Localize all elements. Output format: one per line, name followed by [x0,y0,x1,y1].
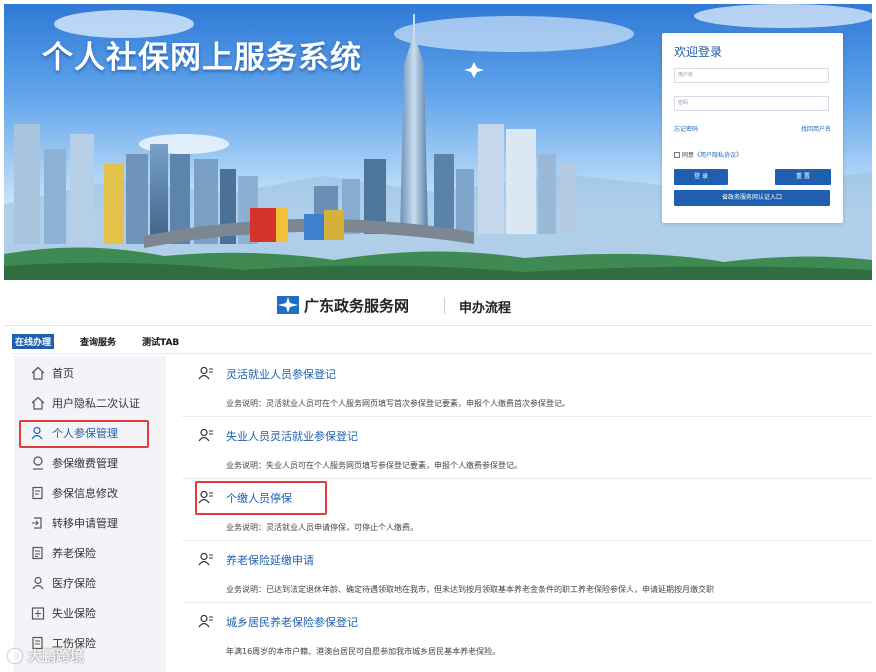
service-desc: 业务说明：灵活就业人员可在个人服务网页填写首次参保登记要素，申报个人缴费首次参保… [226,399,570,408]
list-item[interactable]: 灵活就业人员参保登记 业务说明：灵活就业人员可在个人服务网页填写首次参保登记要素… [182,356,872,417]
sidebar-item-privacy-auth[interactable]: 用户隐私二次认证 [14,388,166,418]
service-desc: 业务说明：失业人员可在个人服务网页填写参保登记要素，申报个人缴费参保登记。 [226,461,522,470]
building-icon [30,605,46,621]
list-item[interactable]: 失业人员灵活就业参保登记 业务说明：失业人员可在个人服务网页填写参保登记要素，申… [182,418,872,479]
service-title[interactable]: 养老保险延缴申请 [226,552,314,568]
service-title[interactable]: 城乡居民养老保险参保登记 [226,614,358,630]
login-panel: 欢迎登录 用户名 密码 忘记密码 找回用户名 同意 《用户隐私协议》 登 录 重… [662,33,843,223]
recover-username-link[interactable]: 找回用户名 [801,124,831,133]
sidebar-item-pension[interactable]: 养老保险 [14,538,166,568]
gov-auth-button[interactable]: 省政务服务网认证入口 [674,190,830,206]
home-icon [30,395,46,411]
tab-bar: 在线办理 查询服务 测试TAB [12,333,205,349]
sidebar-item-payment[interactable]: 参保缴费管理 [14,448,166,478]
person-card-icon [198,366,213,380]
agree-label: 同意 [682,152,695,159]
reset-button[interactable]: 重 置 [775,169,831,185]
sidebar-item-label: 参保信息修改 [52,487,118,500]
sidebar-item-label: 医疗保险 [52,577,96,590]
process-label: 申办流程 [459,301,512,316]
sidebar: 首页 用户隐私二次认证 个人参保管理 参保缴费管理 参保信息修改 转移申请管理 … [14,356,166,672]
page: 个人社保网上服务系统 欢迎登录 用户名 密码 忘记密码 找回用户名 同意 《用户… [0,0,876,672]
sidebar-item-label: 转移申请管理 [52,517,118,530]
medical-person-icon [30,575,46,591]
tab-divider [12,353,872,354]
login-links: 忘记密码 找回用户名 [674,124,831,133]
person-card-icon [198,552,213,566]
login-buttons: 登 录 重 置 [674,169,831,185]
header-divider [444,298,445,314]
forgot-password-link[interactable]: 忘记密码 [674,124,698,133]
watermark: 大鹏跨境 [8,646,84,666]
login-title: 欢迎登录 [674,45,723,59]
system-title: 个人社保网上服务系统 [42,40,362,76]
transfer-icon [30,515,46,531]
privacy-policy-link[interactable]: 《用户隐私协议》 [694,150,742,159]
person-card-icon [198,614,213,628]
tab-test[interactable]: 测试TAB [142,335,179,348]
password-input[interactable]: 密码 [674,96,829,111]
site-header: 广东政务服务网 申办流程 [4,282,872,326]
site-name: 广东政务服务网 [304,297,410,315]
tab-query[interactable]: 查询服务 [80,335,116,348]
service-desc: 年满16周岁的本市户籍、港澳台居民可自愿参加我市城乡居民基本养老保险。 [226,647,501,656]
edit-icon [30,485,46,501]
login-button[interactable]: 登 录 [674,169,728,185]
highlight-box-sidebar [19,420,149,448]
sidebar-item-unemployment[interactable]: 失业保险 [14,598,166,628]
sidebar-item-home[interactable]: 首页 [14,358,166,388]
sidebar-item-label: 用户隐私二次认证 [52,397,140,410]
agree-checkbox[interactable] [674,151,680,158]
hero-banner: 个人社保网上服务系统 欢迎登录 用户名 密码 忘记密码 找回用户名 同意 《用户… [4,4,872,280]
service-desc: 业务说明：已达到法定退休年龄、确定待遇领取地在我市，但未达到按月领取基本养老金条… [226,585,714,594]
tab-online[interactable]: 在线办理 [12,333,55,349]
highlight-box-service [195,481,327,515]
sidebar-item-label: 失业保险 [52,607,96,620]
service-desc: 业务说明：灵活就业人员申请停保，可停止个人缴费。 [226,523,418,532]
document-icon [30,545,46,561]
home-icon [30,365,46,381]
sidebar-item-label: 首页 [52,367,74,380]
watermark-text: 大鹏跨境 [28,649,84,665]
service-title[interactable]: 失业人员灵活就业参保登记 [226,428,358,444]
sidebar-item-transfer[interactable]: 转移申请管理 [14,508,166,538]
sidebar-item-label: 养老保险 [52,547,96,560]
username-input[interactable]: 用户名 [674,68,829,83]
payment-icon [30,455,46,471]
person-card-icon [198,428,213,442]
sidebar-item-label: 参保缴费管理 [52,457,118,470]
list-item[interactable]: 城乡居民养老保险参保登记 年满16周岁的本市户籍、港澳台居民可自愿参加我市城乡居… [182,604,872,665]
gd-gov-logo-icon [277,296,299,314]
sidebar-item-info-edit[interactable]: 参保信息修改 [14,478,166,508]
list-item[interactable]: 养老保险延缴申请 业务说明：已达到法定退休年龄、确定待遇领取地在我市，但未达到按… [182,542,872,603]
agree-row: 同意 《用户隐私协议》 [674,150,831,159]
watermark-logo-icon [8,649,22,663]
sidebar-item-medical[interactable]: 医疗保险 [14,568,166,598]
service-title[interactable]: 灵活就业人员参保登记 [226,366,336,382]
